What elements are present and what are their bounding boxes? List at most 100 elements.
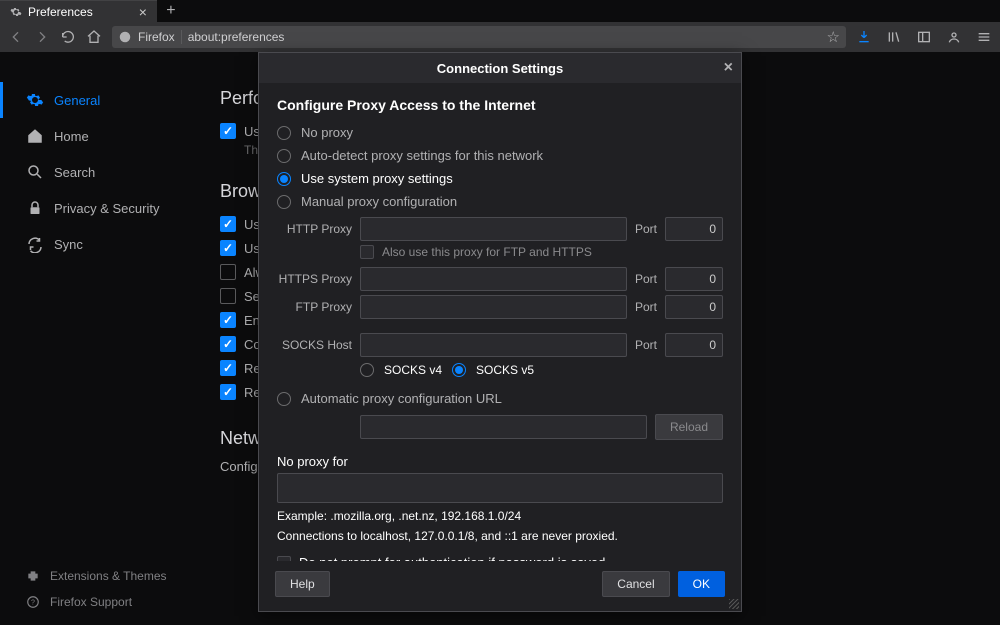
sidebar-item-support[interactable]: ? Firefox Support xyxy=(0,589,190,615)
http-proxy-label: HTTP Proxy xyxy=(277,222,352,236)
navbar: Firefox about:preferences ☆ xyxy=(0,22,1000,52)
dialog-heading: Configure Proxy Access to the Internet xyxy=(277,97,723,113)
radio-auto-detect[interactable]: Auto-detect proxy settings for this netw… xyxy=(277,144,723,167)
radio-manual-proxy[interactable]: Manual proxy configuration xyxy=(277,190,723,213)
checkbox-icon[interactable] xyxy=(360,245,374,259)
help-button[interactable]: Help xyxy=(275,571,330,597)
dialog-footer: Help Cancel OK xyxy=(259,561,741,611)
also-use-row[interactable]: Also use this proxy for FTP and HTTPS xyxy=(360,245,723,259)
sidebar-item-general[interactable]: General xyxy=(0,82,190,118)
radio-icon[interactable] xyxy=(277,195,291,209)
account-icon[interactable] xyxy=(946,29,962,45)
dialog-body: Configure Proxy Access to the Internet N… xyxy=(259,83,741,561)
reload-icon[interactable] xyxy=(60,29,76,45)
sidebar-item-home[interactable]: Home xyxy=(0,118,190,154)
checkbox-icon[interactable] xyxy=(220,264,236,280)
https-port-input[interactable] xyxy=(665,267,723,291)
url-text: about:preferences xyxy=(188,30,285,44)
https-proxy-input[interactable] xyxy=(360,267,627,291)
sidebar: General Home Search Privacy & Security S… xyxy=(0,52,190,625)
checkbox-icon[interactable] xyxy=(220,312,236,328)
gear-icon xyxy=(10,6,22,18)
socks-v5-label[interactable]: SOCKS v5 xyxy=(476,363,534,377)
radio-icon[interactable] xyxy=(277,149,291,163)
ftp-proxy-label: FTP Proxy xyxy=(277,300,352,314)
port-label: Port xyxy=(635,222,657,236)
port-label: Port xyxy=(635,272,657,286)
pac-url-input[interactable] xyxy=(360,415,647,439)
socks-host-input[interactable] xyxy=(360,333,627,357)
svg-text:?: ? xyxy=(31,599,35,606)
port-label: Port xyxy=(635,338,657,352)
library-icon[interactable] xyxy=(886,29,902,45)
sidebar-item-label: Search xyxy=(54,165,95,180)
puzzle-icon xyxy=(26,569,40,583)
gear-icon xyxy=(26,91,44,109)
socks-version-row: SOCKS v4 SOCKS v5 xyxy=(360,363,723,377)
radio-pac-url[interactable]: Automatic proxy configuration URL xyxy=(277,387,723,410)
tab-strip: Preferences × + xyxy=(0,0,1000,22)
checkbox-icon[interactable] xyxy=(220,123,236,139)
pac-url-row: Reload xyxy=(277,414,723,440)
new-tab-button[interactable]: + xyxy=(157,0,185,22)
checkbox-icon[interactable] xyxy=(220,336,236,352)
http-proxy-row: HTTP Proxy Port xyxy=(277,217,723,241)
reload-button[interactable]: Reload xyxy=(655,414,723,440)
sync-icon xyxy=(26,235,44,253)
dialog-titlebar: Connection Settings × xyxy=(259,53,741,83)
radio-icon[interactable] xyxy=(277,392,291,406)
tab-title: Preferences xyxy=(28,5,93,19)
radio-icon[interactable] xyxy=(277,172,291,186)
sidebar-item-extensions[interactable]: Extensions & Themes xyxy=(0,563,190,589)
radio-no-proxy[interactable]: No proxy xyxy=(277,121,723,144)
close-icon[interactable]: × xyxy=(139,4,147,20)
url-bar[interactable]: Firefox about:preferences ☆ xyxy=(112,26,846,48)
firefox-icon xyxy=(118,30,132,44)
ftp-port-input[interactable] xyxy=(665,295,723,319)
ftp-proxy-input[interactable] xyxy=(360,295,627,319)
star-icon[interactable]: ☆ xyxy=(827,28,840,46)
socks-port-input[interactable] xyxy=(665,333,723,357)
forward-icon[interactable] xyxy=(34,29,50,45)
back-icon[interactable] xyxy=(8,29,24,45)
http-port-input[interactable] xyxy=(665,217,723,241)
sidebar-item-privacy[interactable]: Privacy & Security xyxy=(0,190,190,226)
sidebar-item-label: Firefox Support xyxy=(50,595,132,609)
radio-system-proxy[interactable]: Use system proxy settings xyxy=(277,167,723,190)
checkbox-icon[interactable] xyxy=(220,360,236,376)
port-label: Port xyxy=(635,300,657,314)
help-icon: ? xyxy=(26,595,40,609)
checkbox-icon[interactable] xyxy=(220,288,236,304)
menu-icon[interactable] xyxy=(976,29,992,45)
sidebar-icon[interactable] xyxy=(916,29,932,45)
sidebar-item-label: Extensions & Themes xyxy=(50,569,167,583)
label: Auto-detect proxy settings for this netw… xyxy=(301,148,543,163)
resize-grip[interactable] xyxy=(727,597,739,609)
home-icon[interactable] xyxy=(86,29,102,45)
checkbox-icon[interactable] xyxy=(220,216,236,232)
connection-settings-dialog: Connection Settings × Configure Proxy Ac… xyxy=(258,52,742,612)
cancel-button[interactable]: Cancel xyxy=(602,571,669,597)
localhost-note: Connections to localhost, 127.0.0.1/8, a… xyxy=(277,529,723,543)
close-icon[interactable]: × xyxy=(724,59,733,77)
socks-v4-label[interactable]: SOCKS v4 xyxy=(384,363,442,377)
identity-label: Firefox xyxy=(138,30,175,44)
radio-icon[interactable] xyxy=(360,363,374,377)
ftp-proxy-row: FTP Proxy Port xyxy=(277,295,723,319)
checkbox-icon[interactable] xyxy=(220,384,236,400)
dialog-title: Connection Settings xyxy=(437,61,563,76)
sidebar-item-sync[interactable]: Sync xyxy=(0,226,190,262)
chk-auth-row[interactable]: Do not prompt for authentication if pass… xyxy=(277,551,723,561)
tab-preferences[interactable]: Preferences × xyxy=(0,0,157,22)
ok-button[interactable]: OK xyxy=(678,571,725,597)
no-proxy-for-input[interactable] xyxy=(277,473,723,503)
downloads-icon[interactable] xyxy=(856,29,872,45)
label: Manual proxy configuration xyxy=(301,194,457,209)
label: Also use this proxy for FTP and HTTPS xyxy=(382,245,592,259)
http-proxy-input[interactable] xyxy=(360,217,627,241)
checkbox-icon[interactable] xyxy=(220,240,236,256)
radio-icon[interactable] xyxy=(452,363,466,377)
radio-icon[interactable] xyxy=(277,126,291,140)
lock-icon xyxy=(26,199,44,217)
sidebar-item-search[interactable]: Search xyxy=(0,154,190,190)
